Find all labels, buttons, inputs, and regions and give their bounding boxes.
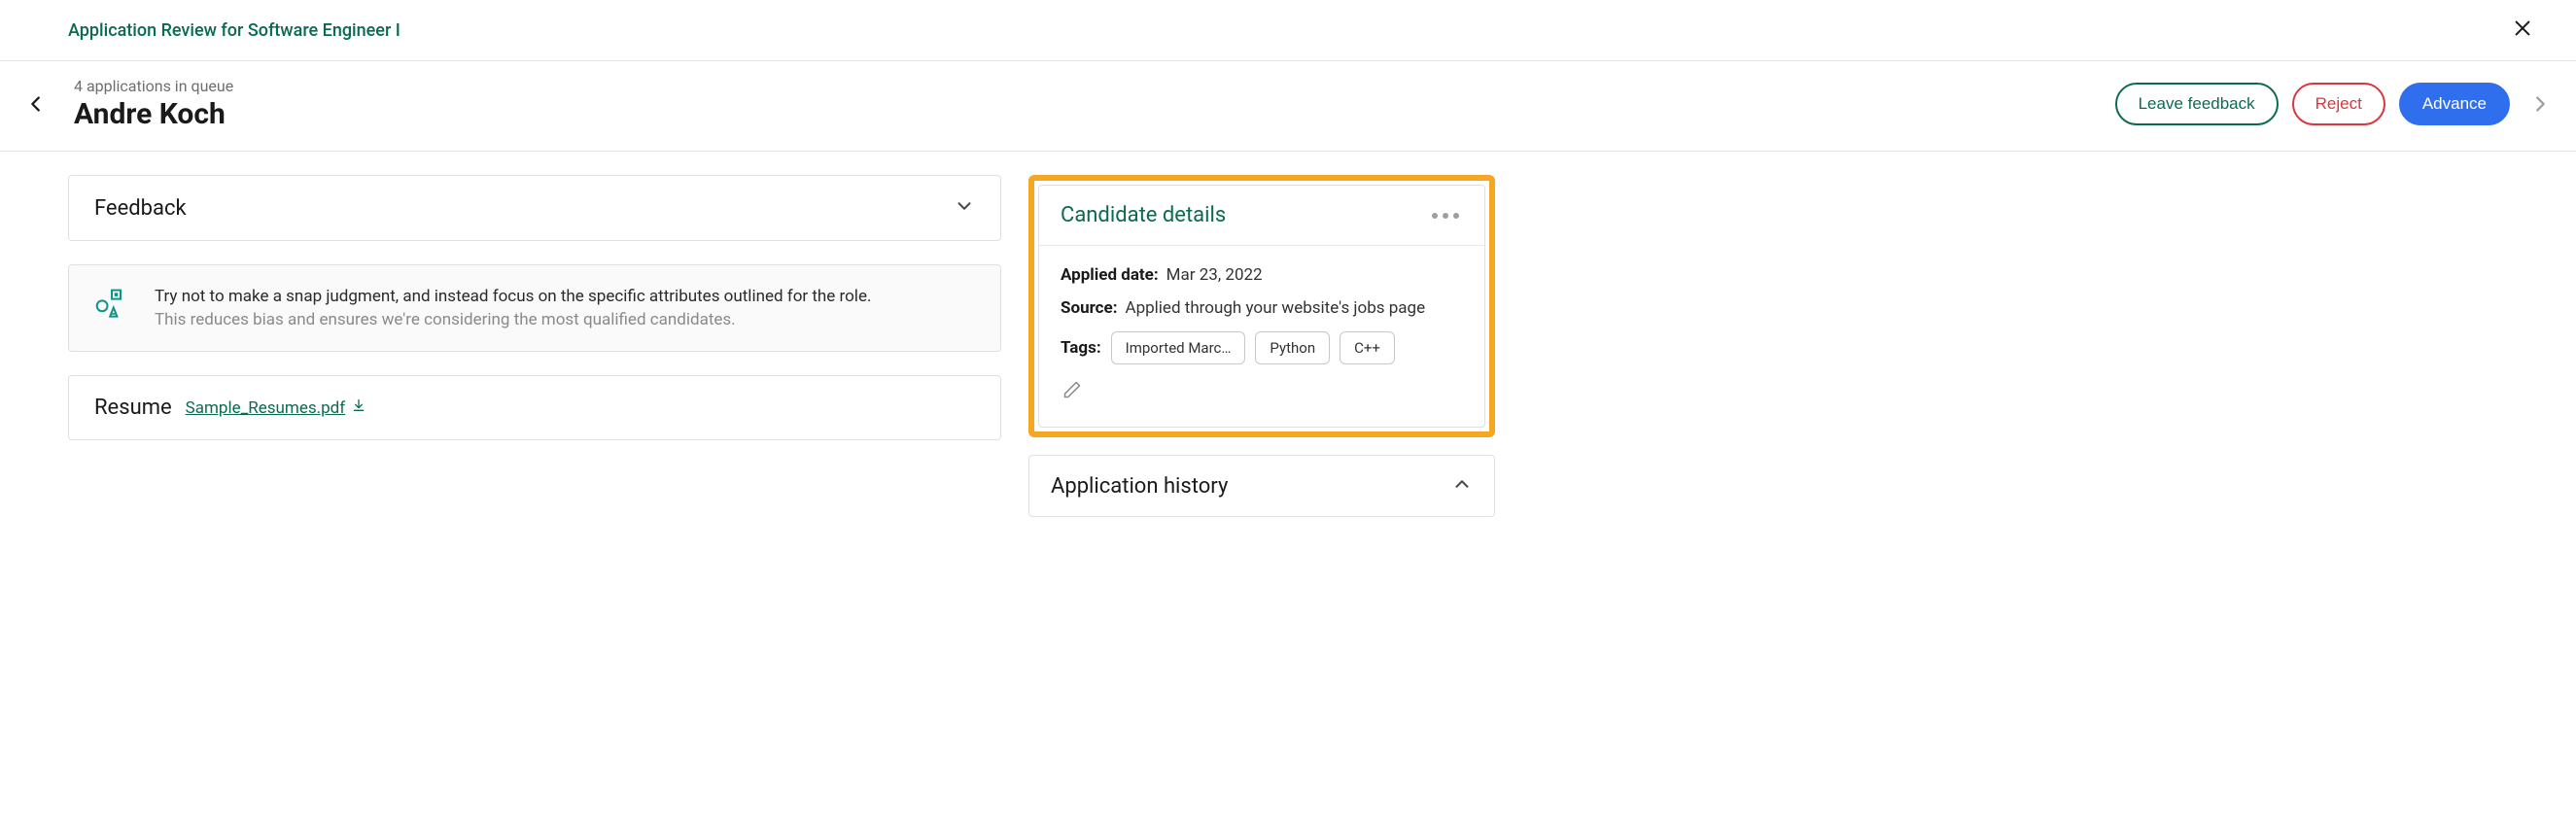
- tag-chip[interactable]: Imported Marc…: [1111, 331, 1246, 364]
- applied-date-label: Applied date:: [1061, 265, 1159, 285]
- pencil-icon: [1062, 380, 1082, 399]
- advance-button[interactable]: Advance: [2399, 83, 2510, 125]
- chevron-up-icon: [1451, 473, 1473, 499]
- chevron-left-icon: [25, 93, 47, 115]
- leave-feedback-button[interactable]: Leave feedback: [2115, 83, 2279, 125]
- feedback-toggle[interactable]: Feedback: [69, 176, 1000, 240]
- resume-title: Resume: [94, 396, 172, 420]
- application-history-panel: Application history: [1028, 455, 1495, 517]
- candidate-name: Andre Koch: [74, 97, 233, 131]
- resume-filename: Sample_Resumes.pdf: [186, 398, 345, 418]
- tags-label: Tags:: [1061, 338, 1101, 358]
- details-highlight-frame: Candidate details Applied date: Mar 23, …: [1028, 175, 1495, 437]
- history-title: Application history: [1051, 474, 1228, 499]
- close-button[interactable]: [2508, 14, 2537, 47]
- tag-chip[interactable]: C++: [1340, 331, 1395, 364]
- edit-tags-button[interactable]: [1061, 378, 1463, 405]
- prev-candidate-button[interactable]: [19, 87, 52, 121]
- history-toggle[interactable]: Application history: [1029, 456, 1494, 516]
- chevron-right-icon: [2529, 93, 2551, 115]
- details-title: Candidate details: [1061, 203, 1226, 227]
- source-label: Source:: [1061, 298, 1117, 318]
- tip-primary-text: Try not to make a snap judgment, and ins…: [155, 287, 871, 306]
- dot-icon: [1443, 213, 1448, 219]
- shapes-icon: [94, 287, 129, 326]
- bias-tip-panel: Try not to make a snap judgment, and ins…: [68, 264, 1001, 352]
- resume-panel: Resume Sample_Resumes.pdf: [68, 375, 1001, 440]
- resume-file-link[interactable]: Sample_Resumes.pdf: [186, 397, 366, 418]
- tag-chip[interactable]: Python: [1255, 331, 1330, 364]
- tip-secondary-text: This reduces bias and ensures we're cons…: [155, 310, 871, 329]
- dot-icon: [1453, 213, 1459, 219]
- details-more-button[interactable]: [1428, 209, 1463, 223]
- next-candidate-button[interactable]: [2524, 87, 2557, 121]
- download-icon: [351, 397, 366, 418]
- chevron-down-icon: [954, 195, 975, 221]
- applied-date-value: Mar 23, 2022: [1166, 265, 1263, 285]
- feedback-panel: Feedback: [68, 175, 1001, 241]
- dot-icon: [1432, 213, 1438, 219]
- queue-count: 4 applications in queue: [74, 77, 233, 95]
- feedback-title: Feedback: [94, 196, 187, 221]
- source-value: Applied through your website's jobs page: [1125, 298, 1425, 318]
- close-icon: [2512, 17, 2533, 39]
- reject-button[interactable]: Reject: [2292, 83, 2385, 125]
- page-title: Application Review for Software Engineer…: [68, 20, 400, 41]
- candidate-details-panel: Candidate details Applied date: Mar 23, …: [1038, 185, 1485, 428]
